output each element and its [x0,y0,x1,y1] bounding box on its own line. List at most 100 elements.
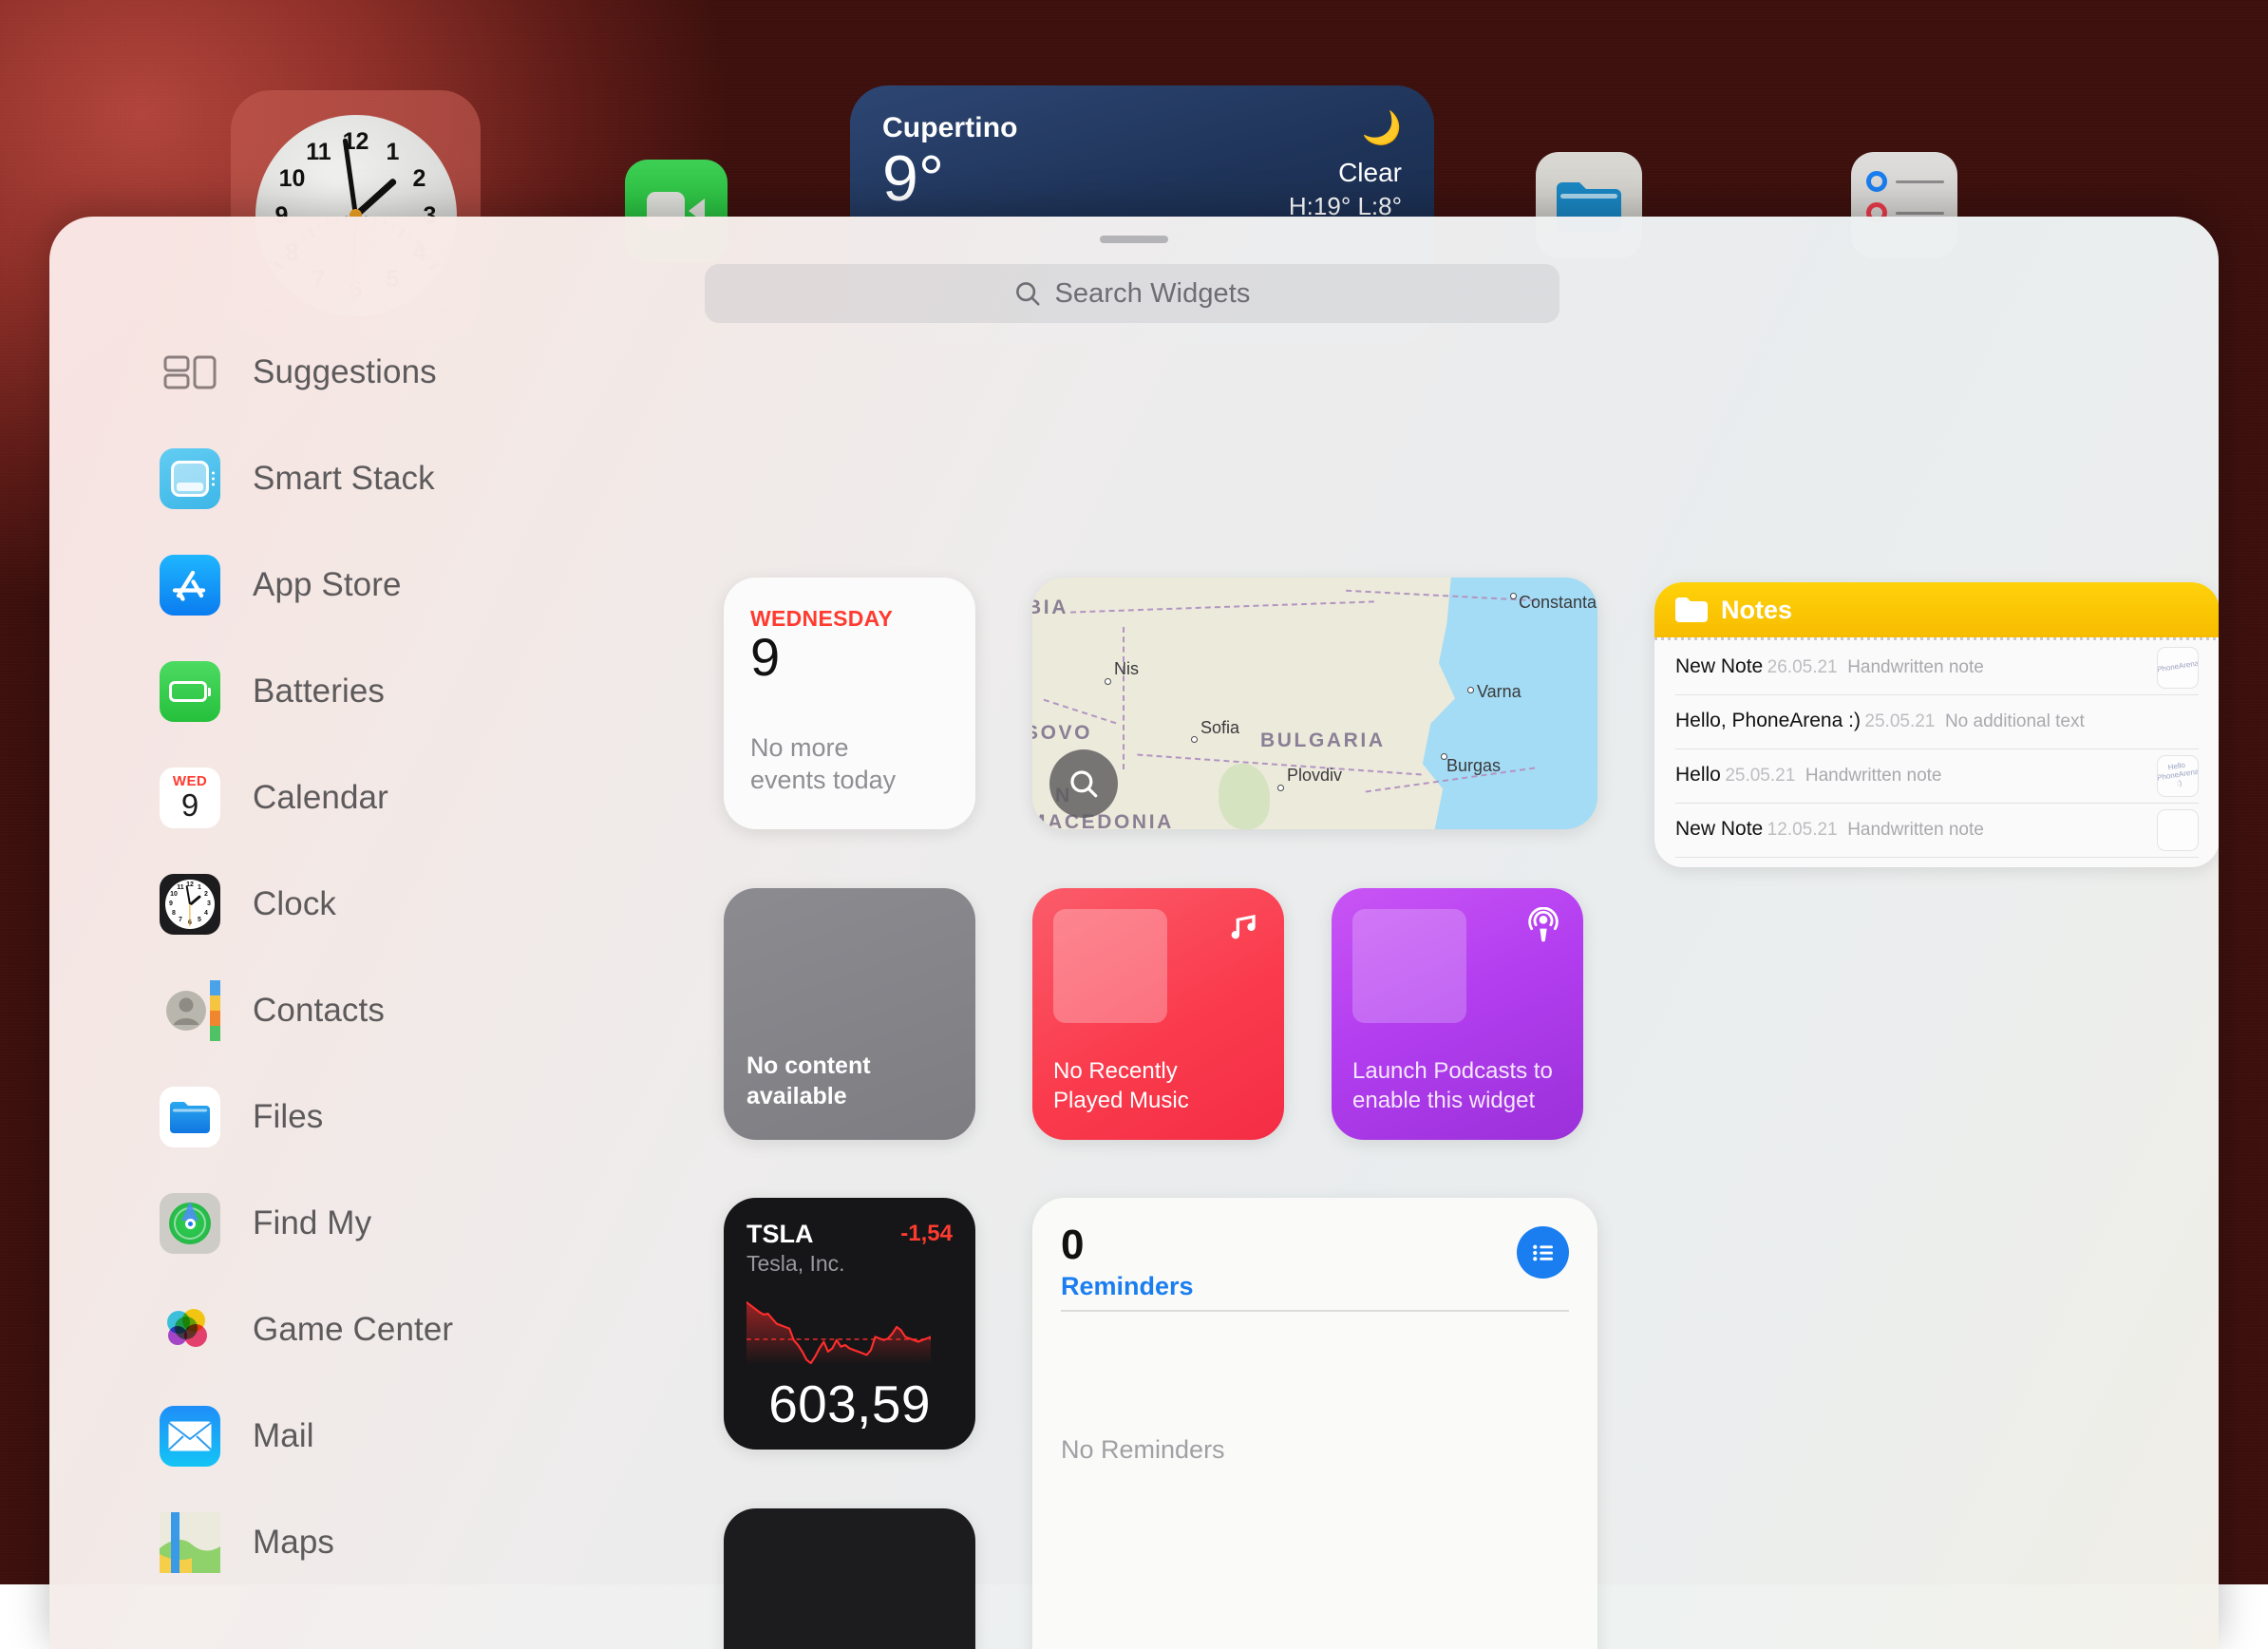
sidebar-item-label: Smart Stack [253,460,435,498]
files-icon [160,1087,220,1147]
list-icon [1529,1239,1558,1267]
podcasts-art-placeholder [1352,909,1466,1023]
map-forest-area [1219,764,1270,829]
note-subtitle: Handwritten note [1847,820,1984,840]
widget-preview-stocks[interactable]: TSLA Tesla, Inc. -1,54 603,59 [724,1198,975,1450]
sidebar-item-label: Calendar [253,779,388,817]
sidebar-item-label: Find My [253,1204,371,1242]
widget-category-sidebar[interactable]: Suggestions Smart Stack [49,319,686,1649]
smart-stack-icon [160,448,220,509]
map-label-city: Constanta [1519,593,1597,613]
reminders-count: 0 [1061,1224,1569,1266]
sidebar-item-maps[interactable]: Maps [160,1512,686,1573]
podcasts-message: Launch Podcasts to enable this widget [1352,1056,1553,1115]
sidebar-item-label: Maps [253,1524,334,1562]
clock-number: 2 [404,165,436,193]
widget-preview-music[interactable]: No Recently Played Music [1032,888,1284,1140]
music-note-icon [1225,907,1263,945]
music-album-art-placeholder [1053,909,1167,1023]
notes-row[interactable]: Hello 25.05.21 Handwritten note Hello Ph… [1654,749,2219,803]
widget-preview-notes[interactable]: Notes New Note 26.05.21 Handwritten note… [1654,582,2219,867]
sidebar-item-find-my[interactable]: Find My [160,1193,686,1254]
widget-preview-podcasts[interactable]: Launch Podcasts to enable this widget [1332,888,1583,1140]
notes-row[interactable]: Фактура 12.02.21 ФонАрена АД [1654,857,2219,867]
no-content-line2: available [747,1083,847,1109]
reminders-empty-label: No Reminders [1061,1435,1225,1465]
notes-widget-header: Notes [1654,582,2219,637]
note-thumbnail: PhoneArena [2157,647,2199,689]
sidebar-item-contacts[interactable]: Contacts [160,980,686,1041]
map-pin [1277,785,1284,791]
search-widgets-field[interactable]: Search Widgets [705,264,1559,323]
no-content-label: No content available [747,1052,871,1111]
stock-sparkline-chart [747,1300,931,1365]
reminder-line [1896,180,1944,183]
folder-icon [1675,597,1708,622]
reminders-list-badge [1517,1226,1569,1279]
sidebar-item-clock[interactable]: 12 1 2 3 4 5 6 7 8 9 10 11 [160,874,686,935]
widget-preview-calendar[interactable]: WEDNESDAY 9 No more events today [724,578,975,829]
sidebar-item-batteries[interactable]: Batteries [160,661,686,722]
map-label-city: Plovdiv [1287,766,1342,786]
sidebar-item-suggestions[interactable]: Suggestions [160,342,686,403]
reminders-divider [1061,1310,1569,1312]
suggestions-icon [160,342,220,403]
sidebar-item-game-center[interactable]: Game Center [160,1299,686,1360]
stock-company: Tesla, Inc. [747,1251,845,1277]
map-label-city: Burgas [1446,756,1501,776]
note-scribble: Hello PhoneArena :) [2157,760,2199,791]
reminder-dot-blue [1866,171,1887,192]
reminder-row [1866,171,1944,192]
sidebar-item-app-store[interactable]: App Store [160,555,686,616]
map-pin [1191,736,1198,743]
map-label-country: BIA [1032,597,1068,619]
maps-icon [160,1512,220,1573]
sidebar-item-smart-stack[interactable]: Smart Stack [160,448,686,509]
sidebar-item-label: Files [253,1098,323,1136]
sidebar-item-files[interactable]: Files [160,1087,686,1147]
note-scribble: PhoneArena [2157,660,2199,675]
widget-preview-reminders[interactable]: 0 Reminders No Reminders [1032,1198,1597,1649]
note-meta: 12.05.21 Handwritten note [1767,820,1984,840]
drag-handle[interactable] [1100,236,1168,243]
moon-stars-icon: 🌙 [1289,112,1402,144]
map-search-button[interactable] [1049,749,1118,818]
note-title: Hello, PhoneArena :) [1675,710,1861,731]
sidebar-item-calendar[interactable]: WED 9 Calendar [160,768,686,828]
note-subtitle: Handwritten note [1847,657,1984,677]
calendar-message-line1: No more [750,733,849,762]
notes-row[interactable]: New Note 12.05.21 Handwritten note [1654,803,2219,857]
map-label-country: SOVO [1032,722,1092,745]
map-label-city: Sofia [1200,718,1239,738]
notes-widget-title: Notes [1721,596,1792,625]
note-meta: 26.05.21 Handwritten note [1767,657,1984,677]
clock-icon: 12 1 2 3 4 5 6 7 8 9 10 11 [160,874,220,935]
search-placeholder: Search Widgets [1054,278,1250,310]
note-meta: 25.05.21 Handwritten note [1725,766,1941,786]
clock-number: 10 [276,165,309,193]
note-thumbnail: Hello PhoneArena :) [2157,755,2199,797]
notes-row[interactable]: Hello, PhoneArena :) 25.05.21 No additio… [1654,694,2219,749]
note-date: 25.05.21 [1864,711,1935,731]
music-line1: No Recently [1053,1058,1178,1084]
map-pin [1467,687,1474,693]
sidebar-item-mail[interactable]: Mail [160,1406,686,1467]
widget-preview-no-content[interactable]: No content available [724,888,975,1140]
stock-change: -1,54 [900,1221,953,1247]
note-title: Hello [1675,764,1721,786]
calendar-icon: WED 9 [160,768,220,828]
clock-number: 1 [377,139,409,166]
calendar-icon-day: 9 [181,789,198,823]
widget-preview-news[interactable]: No Stories [724,1508,975,1649]
batteries-icon [160,661,220,722]
notes-row[interactable]: New Note 26.05.21 Handwritten note Phone… [1654,640,2219,694]
stock-symbol: TSLA [747,1221,845,1249]
sidebar-item-label: Contacts [253,992,385,1030]
mail-icon [160,1406,220,1467]
note-date: 12.05.21 [1767,820,1838,840]
weather-condition: Clear [1289,158,1402,188]
map-pin [1105,678,1111,685]
podcasts-line2: enable this widget [1352,1088,1535,1113]
sidebar-item-label: Batteries [253,673,385,711]
widget-preview-maps[interactable]: BIA SOVO N MACEDONIA BULGARIA Nis Sofia … [1032,578,1597,829]
